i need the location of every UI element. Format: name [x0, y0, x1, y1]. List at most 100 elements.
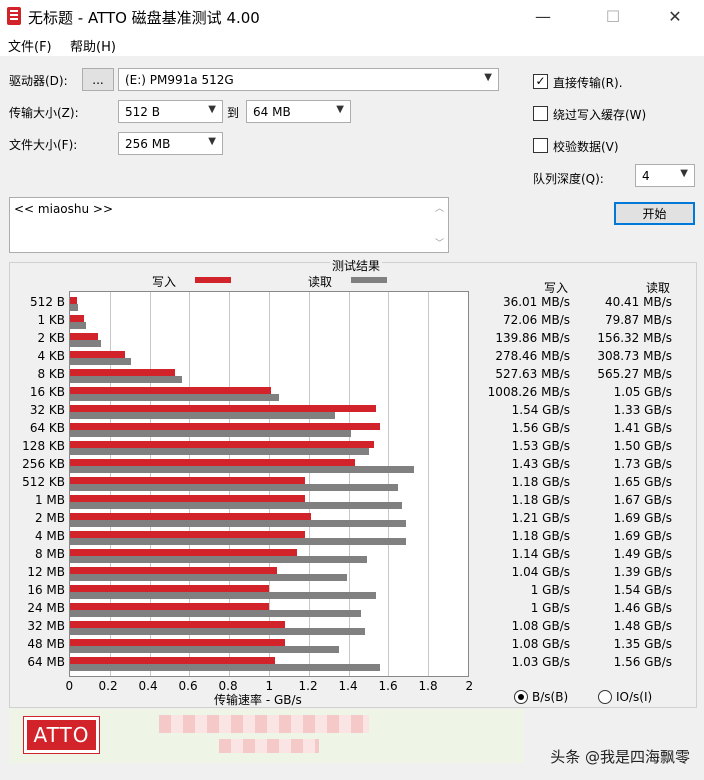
category-label: 1 MB: [34, 493, 65, 507]
write-value: 139.86 MB/s: [495, 331, 570, 345]
category-label: 256 KB: [22, 457, 65, 471]
atto-banner[interactable]: ATTO: [9, 709, 524, 763]
menu-help[interactable]: 帮助(H): [70, 36, 116, 55]
read-bar: [70, 322, 86, 329]
unit-io-radio[interactable]: [598, 690, 612, 704]
bypass-cache-checkbox[interactable]: [533, 106, 548, 121]
category-label: 16 KB: [29, 385, 65, 399]
write-value: 278.46 MB/s: [495, 349, 570, 363]
x-tick-label: 1.6: [378, 679, 398, 693]
results-panel: 测试结果 写入 读取 写入 读取 传输速率 - GB/s B/s(B) IO/s…: [9, 257, 697, 708]
chevron-down-icon: ▼: [208, 104, 216, 115]
drive-select[interactable]: (E:) PM991a 512G ▼: [118, 68, 499, 91]
read-value: 1.69 GB/s: [613, 529, 672, 543]
category-label: 24 MB: [27, 601, 65, 615]
queue-depth-select[interactable]: 4 ▼: [635, 164, 695, 187]
file-size-select[interactable]: 256 MB ▼: [118, 132, 223, 155]
start-button[interactable]: 开始: [614, 202, 695, 225]
read-value: 1.56 GB/s: [613, 655, 672, 669]
transfer-from-value: 512 B: [125, 104, 160, 119]
read-value: 40.41 MB/s: [604, 295, 672, 309]
transfer-to-select[interactable]: 64 MB ▼: [246, 100, 351, 123]
write-value: 36.01 MB/s: [502, 295, 570, 309]
drive-select-value: (E:) PM991a 512G: [125, 72, 234, 87]
direct-io-checkbox[interactable]: ✓: [533, 74, 548, 89]
write-value: 1.08 GB/s: [511, 637, 570, 651]
scroll-down-icon[interactable]: ﹀: [435, 236, 444, 249]
atto-logo: ATTO: [23, 716, 100, 754]
menu-file[interactable]: 文件(F): [8, 36, 52, 55]
category-label: 16 MB: [27, 583, 65, 597]
read-value: 1.69 GB/s: [613, 511, 672, 525]
chart-gridline: [428, 292, 430, 676]
unit-bytes-radio[interactable]: [514, 690, 528, 704]
x-tick-label: 1.8: [418, 679, 438, 693]
category-label: 64 MB: [27, 655, 65, 669]
write-bar: [70, 387, 271, 394]
write-bar: [70, 657, 275, 664]
write-bar: [70, 585, 269, 592]
read-bar: [70, 484, 399, 491]
write-value: 527.63 MB/s: [495, 367, 570, 381]
category-label: 512 KB: [22, 475, 65, 489]
verify-checkbox[interactable]: [533, 138, 548, 153]
close-icon[interactable]: ✕: [652, 0, 698, 32]
read-value: 1.54 GB/s: [613, 583, 672, 597]
read-value: 1.65 GB/s: [613, 475, 672, 489]
x-axis-label: 传输速率 - GB/s: [214, 693, 302, 707]
read-value: 1.67 GB/s: [613, 493, 672, 507]
drive-label: 驱动器(D):: [9, 74, 68, 88]
x-tick-label: 1.4: [338, 679, 358, 693]
chevron-down-icon: ▼: [336, 104, 344, 115]
read-bar: [70, 520, 407, 527]
read-value: 156.32 MB/s: [597, 331, 672, 345]
category-label: 4 MB: [34, 529, 65, 543]
chevron-down-icon: ▼: [680, 168, 688, 179]
category-label: 48 MB: [27, 637, 65, 651]
x-tick-label: 1: [265, 679, 274, 693]
category-label: 12 MB: [27, 565, 65, 579]
drive-browse-button[interactable]: ...: [82, 68, 114, 91]
legend-read-label: 读取: [308, 275, 333, 289]
read-bar: [70, 592, 377, 599]
read-bar: [70, 304, 78, 311]
write-value: 1 GB/s: [530, 583, 570, 597]
category-label: 32 KB: [29, 403, 65, 417]
direct-io-label: 直接传输(R).: [553, 76, 623, 90]
transfer-from-select[interactable]: 512 B ▼: [118, 100, 223, 123]
description-textarea[interactable]: << miaoshu >> ︿ ﹀: [9, 197, 449, 253]
chart-plot-area: [69, 291, 469, 677]
write-value: 1.21 GB/s: [511, 511, 570, 525]
category-label: 1 KB: [37, 313, 65, 327]
write-bar: [70, 621, 285, 628]
watermark: 头条 @我是四海飘零: [550, 748, 690, 766]
read-value: 1.48 GB/s: [613, 619, 672, 633]
legend-write-swatch: [195, 277, 231, 283]
banner-blurred-text: [219, 739, 319, 753]
description-text: << miaoshu >>: [14, 202, 114, 216]
x-tick-label: 0.4: [138, 679, 158, 693]
transfer-size-label: 传输大小(Z):: [9, 106, 79, 120]
read-bar: [70, 376, 183, 383]
write-bar: [70, 297, 78, 304]
description-scrollbar[interactable]: ︿ ﹀: [431, 198, 448, 252]
write-bar: [70, 603, 269, 610]
scroll-up-icon[interactable]: ︿: [435, 201, 444, 214]
write-bar: [70, 639, 285, 646]
read-value: 79.87 MB/s: [604, 313, 672, 327]
read-bar: [70, 448, 369, 455]
write-value: 1.18 GB/s: [511, 493, 570, 507]
maximize-icon[interactable]: ☐: [590, 0, 636, 32]
read-value: 565.27 MB/s: [597, 367, 672, 381]
write-value: 1.04 GB/s: [511, 565, 570, 579]
write-value: 1.08 GB/s: [511, 619, 570, 633]
minimize-icon[interactable]: —: [520, 0, 566, 32]
queue-depth-label: 队列深度(Q):: [533, 172, 604, 186]
banner-blurred-text: [159, 715, 369, 733]
write-value: 1.53 GB/s: [511, 439, 570, 453]
read-bar: [70, 430, 351, 437]
file-size-label: 文件大小(F):: [9, 138, 78, 152]
category-label: 8 MB: [34, 547, 65, 561]
category-label: 8 KB: [37, 367, 65, 381]
write-bar: [70, 423, 381, 430]
